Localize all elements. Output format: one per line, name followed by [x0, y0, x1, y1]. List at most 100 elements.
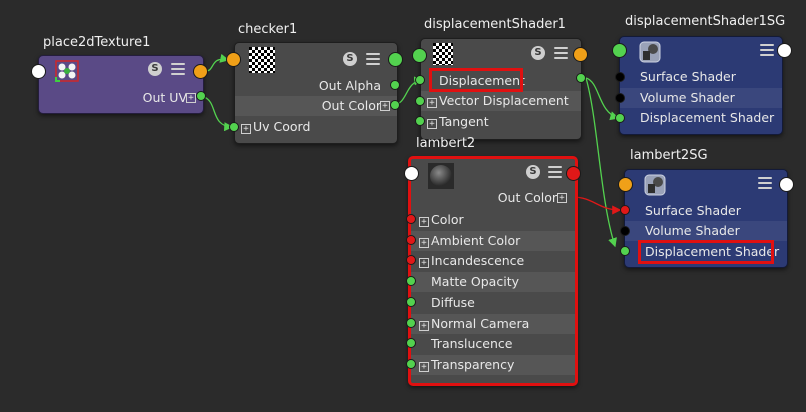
attr-diffuse[interactable]: Diffuse	[411, 293, 575, 313]
menu-icon[interactable]	[760, 44, 774, 57]
menu-icon[interactable]	[171, 63, 185, 76]
menu-icon[interactable]	[758, 177, 772, 190]
port-ambient-color[interactable]	[406, 235, 416, 245]
port-displacement-shader[interactable]	[615, 113, 625, 123]
port-color[interactable]	[406, 214, 416, 224]
port-normal-camera[interactable]	[406, 318, 416, 328]
port-out-uv[interactable]	[196, 91, 206, 101]
menu-icon[interactable]	[548, 166, 562, 179]
port-input[interactable]	[31, 64, 46, 79]
port-displacement[interactable]	[415, 75, 425, 85]
s-button[interactable]: S	[526, 165, 540, 179]
attr-label: Volume Shader	[640, 90, 735, 105]
checker-node[interactable]: S Out Alpha Out Color + + Uv Coord	[234, 42, 398, 144]
port-out-displacement[interactable]	[576, 73, 586, 83]
port-input[interactable]	[226, 52, 241, 67]
wire-disp-to-lambert-sg	[585, 77, 617, 248]
expand-icon[interactable]: +	[419, 258, 429, 268]
expand-icon[interactable]: +	[419, 321, 429, 331]
port-matte-opacity[interactable]	[406, 276, 416, 286]
attr-uv-coord[interactable]: + Uv Coord	[235, 117, 397, 137]
attr-out-color[interactable]: Out Color +	[411, 188, 575, 208]
attr-translucence[interactable]: Translucence	[411, 334, 575, 354]
attr-color[interactable]: + Color	[411, 210, 575, 230]
port-uv-coord[interactable]	[229, 122, 239, 132]
menu-icon[interactable]	[554, 47, 568, 60]
material-sphere-icon	[428, 163, 454, 189]
port-translucence[interactable]	[406, 338, 416, 348]
attr-label: Out UV	[142, 90, 187, 105]
lambert2-node[interactable]: S Out Color + + Color + Ambient Color + Inc…	[408, 156, 578, 386]
attr-surface-shader[interactable]: Surface Shader	[620, 67, 782, 87]
port-volume-shader[interactable]	[620, 226, 630, 236]
expand-icon[interactable]: +	[427, 98, 437, 108]
port-output[interactable]	[779, 177, 794, 192]
port-volume-shader[interactable]	[615, 93, 625, 103]
port-vector-displacement[interactable]	[415, 96, 425, 106]
place2d-texture-icon	[55, 60, 79, 82]
s-button[interactable]: S	[343, 52, 357, 66]
attr-surface-shader[interactable]: Surface Shader	[625, 201, 787, 221]
port-out-alpha[interactable]	[390, 80, 400, 90]
place2d-node[interactable]: S Out UV +	[38, 55, 204, 114]
attr-label-wrap: + Tangent	[427, 112, 489, 132]
node-title-lambert2: lambert2	[416, 136, 476, 151]
shading-group-icon	[644, 174, 666, 196]
port-incandescence[interactable]	[406, 255, 416, 265]
wire-place2d-uv-to-checker	[205, 53, 230, 72]
attr-incandescence[interactable]: + Incandescence	[411, 251, 575, 271]
port-output[interactable]	[566, 166, 581, 181]
port-transparency[interactable]	[406, 359, 416, 369]
attr-label: Out Color	[497, 190, 557, 205]
displacement-sg-node[interactable]: Surface Shader Volume Shader Displacemen…	[619, 36, 783, 135]
attr-label: Displacement Shader	[640, 110, 775, 125]
port-out-color[interactable]	[390, 100, 400, 110]
attr-vector-displacement[interactable]: + Vector Displacement	[421, 91, 581, 111]
attr-label: Out Color	[321, 98, 381, 113]
attr-normal-camera[interactable]: + Normal Camera	[411, 314, 575, 334]
port-input[interactable]	[404, 166, 419, 181]
attr-out-alpha[interactable]: Out Alpha	[235, 76, 397, 96]
node-title-displacement-sg: displacementShader1SG	[625, 14, 786, 29]
attr-label: Normal Camera	[431, 316, 530, 331]
port-displacement-shader[interactable]	[620, 246, 630, 256]
attr-out-uv[interactable]: Out UV +	[39, 88, 203, 108]
expand-icon[interactable]: +	[427, 119, 437, 129]
expand-icon[interactable]: +	[380, 101, 390, 111]
attr-label-wrap: + Incandescence	[419, 251, 524, 271]
port-input[interactable]	[612, 43, 627, 58]
expand-icon[interactable]: +	[241, 124, 251, 134]
attr-ambient-color[interactable]: + Ambient Color	[411, 231, 575, 251]
port-diffuse[interactable]	[406, 297, 416, 307]
highlight-displacement	[429, 68, 523, 92]
expand-icon[interactable]: +	[419, 362, 429, 372]
checker-texture-icon	[249, 47, 275, 73]
port-output[interactable]	[193, 64, 208, 79]
attr-out-color[interactable]: Out Color +	[235, 96, 397, 116]
port-input[interactable]	[618, 177, 633, 192]
attr-volume-shader[interactable]: Volume Shader	[620, 88, 782, 108]
s-button[interactable]: S	[531, 46, 545, 60]
expand-icon[interactable]: +	[419, 217, 429, 227]
attr-label: Surface Shader	[640, 69, 736, 84]
expand-icon[interactable]: +	[419, 238, 429, 248]
attr-transparency[interactable]: + Transparency	[411, 355, 575, 375]
menu-icon[interactable]	[366, 53, 380, 66]
port-input[interactable]	[412, 48, 427, 63]
wire-place2d-uv-to-uvcoord	[203, 96, 234, 132]
attr-tangent[interactable]: + Tangent	[421, 112, 581, 132]
port-surface-shader[interactable]	[620, 205, 630, 215]
port-tangent[interactable]	[415, 116, 425, 126]
port-surface-shader[interactable]	[615, 72, 625, 82]
attr-displacement-shader[interactable]: Displacement Shader	[620, 108, 782, 128]
attr-volume-shader[interactable]: Volume Shader	[625, 221, 787, 241]
attr-label-wrap: + Vector Displacement	[427, 91, 569, 111]
port-output[interactable]	[388, 52, 403, 67]
attr-matte-opacity[interactable]: Matte Opacity	[411, 272, 575, 292]
attr-label: Ambient Color	[431, 233, 521, 248]
port-output[interactable]	[777, 43, 792, 58]
expand-icon[interactable]: +	[186, 93, 196, 103]
s-button[interactable]: S	[148, 62, 162, 76]
port-output[interactable]	[573, 47, 588, 62]
expand-icon[interactable]: +	[557, 193, 567, 203]
